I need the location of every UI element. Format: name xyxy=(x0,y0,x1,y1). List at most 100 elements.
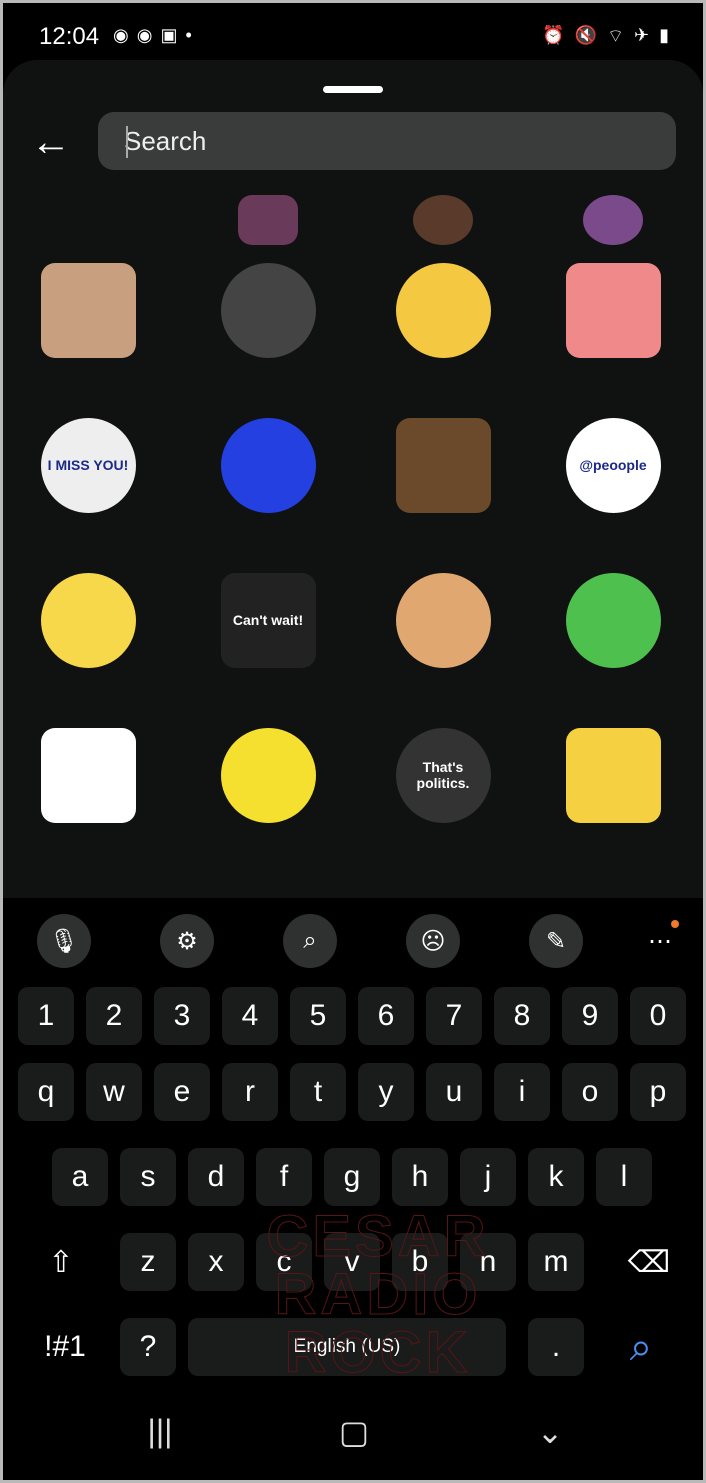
sticker-woman-phone[interactable] xyxy=(208,250,328,370)
airplane-icon: ✈ xyxy=(634,25,650,45)
notification-dot xyxy=(671,920,679,928)
sticker-image xyxy=(565,727,661,823)
back-arrow-icon[interactable]: ← xyxy=(31,122,71,162)
mute-icon: 🔇 xyxy=(574,25,598,45)
key-r[interactable]: r xyxy=(222,1063,278,1121)
key-h[interactable]: h xyxy=(392,1148,448,1206)
recent-apps-button[interactable]: ||| xyxy=(130,1413,190,1450)
key-u[interactable]: u xyxy=(426,1063,482,1121)
sticker-hug-emoji[interactable] xyxy=(383,250,503,370)
key-w[interactable]: w xyxy=(86,1063,142,1121)
key-t[interactable]: t xyxy=(290,1063,346,1121)
microphone-icon: 🎙 xyxy=(48,927,80,955)
sticker-crying-dino[interactable] xyxy=(553,560,673,680)
messenger-icon: ◉ xyxy=(113,25,129,45)
key-j[interactable]: j xyxy=(460,1148,516,1206)
backspace-key[interactable]: ⌫ xyxy=(617,1233,681,1291)
sticker-image xyxy=(220,417,316,513)
sticker-image xyxy=(395,572,491,668)
key-b[interactable]: b xyxy=(392,1233,448,1291)
key-k[interactable]: k xyxy=(528,1148,584,1206)
key-y[interactable]: y xyxy=(358,1063,414,1121)
sticker-homer[interactable] xyxy=(28,560,148,680)
sticker-image xyxy=(40,727,136,823)
key-0[interactable]: 0 xyxy=(630,987,686,1045)
key-z[interactable]: z xyxy=(120,1233,176,1291)
key-p[interactable]: p xyxy=(630,1063,686,1121)
microphone-button[interactable]: 🎙 xyxy=(37,914,91,968)
key-6[interactable]: 6 xyxy=(358,987,414,1045)
sticker-image xyxy=(220,262,316,358)
symbols-key[interactable]: !#1 xyxy=(25,1318,105,1376)
key-period[interactable]: . xyxy=(528,1318,584,1376)
space-key[interactable]: English (US) xyxy=(188,1318,506,1376)
sticker-blue-moon[interactable] xyxy=(208,405,328,525)
sticker-text: That's politics. xyxy=(416,759,470,791)
key-g[interactable]: g xyxy=(324,1148,380,1206)
key-8[interactable]: 8 xyxy=(494,987,550,1045)
sticker-sheet: ← I MISS YOU! @peoople Can't wait! That's p… xyxy=(3,60,703,900)
sticker-image: Can't wait! xyxy=(220,572,316,668)
key-x[interactable]: x xyxy=(188,1233,244,1291)
sticker-baby-thumbs-up[interactable] xyxy=(28,250,148,370)
sticker-man-desk[interactable] xyxy=(383,405,503,525)
drag-handle[interactable] xyxy=(323,86,383,93)
sticker-image xyxy=(565,572,661,668)
handwriting-button[interactable]: ✎ xyxy=(529,914,583,968)
sticker-image: That's politics. xyxy=(395,727,491,823)
sticker-cant-wait[interactable]: Can't wait! xyxy=(208,560,328,680)
hide-keyboard-button[interactable]: ⌄ xyxy=(520,1413,580,1451)
status-bar: 12:04 ◉ ◉ ▣ • ⏰ 🔇 ⌔ ✈ ▮ xyxy=(3,3,703,63)
key-v[interactable]: v xyxy=(324,1233,380,1291)
key-n[interactable]: n xyxy=(460,1233,516,1291)
key-l[interactable]: l xyxy=(596,1148,652,1206)
more-icon: ⋯ xyxy=(648,927,672,955)
sticker-heart-hands[interactable] xyxy=(553,250,673,370)
clock: 12:04 xyxy=(39,23,100,50)
image-icon: ▣ xyxy=(160,25,178,45)
settings-icon: ⚙ xyxy=(176,927,198,955)
key-7[interactable]: 7 xyxy=(426,987,482,1045)
messenger-icon: ◉ xyxy=(136,25,153,45)
screen: 12:04 ◉ ◉ ▣ • ⏰ 🔇 ⌔ ✈ ▮ ← I MISS YOU! @peoople Ca… xyxy=(3,3,703,1480)
key-1[interactable]: 1 xyxy=(18,987,74,1045)
key-question[interactable]: ? xyxy=(120,1318,176,1376)
key-a[interactable]: a xyxy=(52,1148,108,1206)
sticker-peoople[interactable]: @peoople xyxy=(553,405,673,525)
key-i[interactable]: i xyxy=(494,1063,550,1121)
key-q[interactable]: q xyxy=(18,1063,74,1121)
keyboard: 🎙 ⚙ ⌕ ☹ ✎ ⋯ 1 2 3 4 5 6 7 8 9 0 q w e r t y u i o p a s d f g h j k l ⇧ z x c v… xyxy=(3,898,703,1480)
sticker-text: I MISS YOU! xyxy=(47,457,129,473)
sticker-image xyxy=(413,195,473,245)
sticker-i-miss-you[interactable]: I MISS YOU! xyxy=(28,405,148,525)
sticker-politics[interactable]: That's politics. xyxy=(383,715,503,835)
search-key[interactable]: ⌕ xyxy=(613,1318,669,1376)
key-4[interactable]: 4 xyxy=(222,987,278,1045)
key-e[interactable]: e xyxy=(154,1063,210,1121)
key-f[interactable]: f xyxy=(256,1148,312,1206)
home-button[interactable]: ▢ xyxy=(324,1413,384,1451)
emoji-icon: ☹ xyxy=(420,927,446,955)
key-d[interactable]: d xyxy=(188,1148,244,1206)
handwriting-icon: ✎ xyxy=(545,927,567,955)
key-3[interactable]: 3 xyxy=(154,987,210,1045)
sticker-koala-moon[interactable] xyxy=(553,715,673,835)
key-9[interactable]: 9 xyxy=(562,987,618,1045)
key-o[interactable]: o xyxy=(562,1063,618,1121)
key-m[interactable]: m xyxy=(528,1233,584,1291)
emoji-button[interactable]: ☹ xyxy=(406,914,460,968)
key-2[interactable]: 2 xyxy=(86,987,142,1045)
settings-button[interactable]: ⚙ xyxy=(160,914,214,968)
sticker-image xyxy=(238,195,298,245)
dot-icon: • xyxy=(185,25,192,45)
battery-icon: ▮ xyxy=(659,25,669,45)
key-c[interactable]: c xyxy=(256,1233,312,1291)
key-5[interactable]: 5 xyxy=(290,987,346,1045)
key-s[interactable]: s xyxy=(120,1148,176,1206)
sticker-heart-hands-red[interactable] xyxy=(208,715,328,835)
sticker-thumbs-up[interactable] xyxy=(383,560,503,680)
more-button[interactable]: ⋯ xyxy=(633,914,687,968)
shift-key[interactable]: ⇧ xyxy=(33,1233,89,1291)
search-button[interactable]: ⌕ xyxy=(283,914,337,968)
sticker-cat[interactable] xyxy=(28,715,148,835)
